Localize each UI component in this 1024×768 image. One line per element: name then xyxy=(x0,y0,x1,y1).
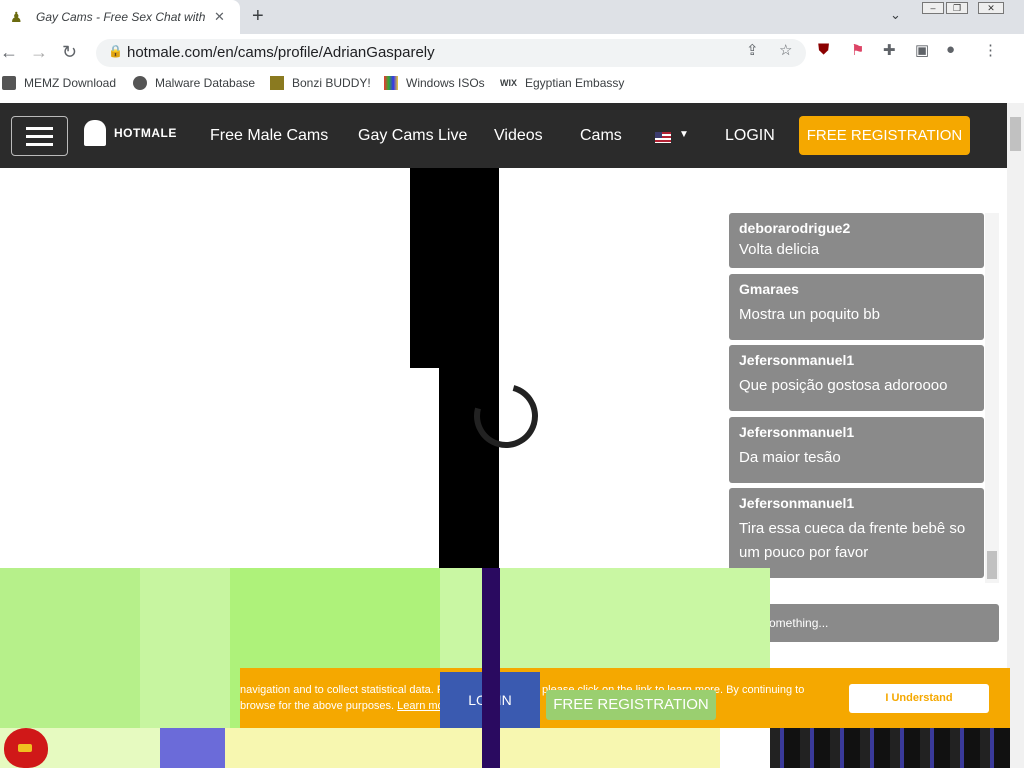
bookmark-label: Bonzi BUDDY! xyxy=(292,76,371,90)
i-understand-button[interactable]: I Understand xyxy=(849,684,989,713)
login-link[interactable]: LOGIN xyxy=(725,127,775,145)
chevron-down-icon[interactable]: ⌄ xyxy=(890,7,901,23)
caret-down-icon[interactable]: ▼ xyxy=(679,129,689,140)
chat-text: Da maior tesão xyxy=(739,449,841,466)
glitch-registration-echo: FREE REGISTRATION xyxy=(546,690,716,720)
bookmark-windows-isos[interactable]: Windows ISOs xyxy=(384,76,485,90)
glitch-artifact xyxy=(770,728,1010,768)
bookmark-memz[interactable]: MEMZ Download xyxy=(2,76,116,90)
video-player[interactable] xyxy=(410,168,499,368)
free-registration-button[interactable]: FREE REGISTRATION xyxy=(799,116,970,155)
chat-message: Jefersonmanuel1 Que posição gostosa ador… xyxy=(729,345,984,411)
address-bar[interactable]: 🔒 hotmale.com/en/cams/profile/AdrianGasp… xyxy=(96,39,806,67)
chat-message: Jefersonmanuel1 Da maior tesão xyxy=(729,417,984,483)
wix-icon: WIX xyxy=(500,78,517,88)
globe-icon xyxy=(133,76,147,90)
minimize-icon[interactable]: – xyxy=(922,2,944,14)
chat-username: Jefersonmanuel1 xyxy=(739,424,855,440)
url-text: hotmale.com/en/cams/profile/AdrianGaspar… xyxy=(127,44,435,61)
reload-icon[interactable]: ↻ xyxy=(62,42,77,63)
chat-username: deborarodrigue2 xyxy=(739,220,851,236)
sidepanel-icon[interactable]: ▣ xyxy=(915,41,929,59)
puzzle-icon[interactable]: ✚ xyxy=(883,41,896,59)
bonzi-favicon-icon: ♟ xyxy=(10,9,23,25)
restore-icon[interactable]: ❐ xyxy=(946,2,968,14)
forward-icon[interactable]: → xyxy=(30,42,48,63)
close-tab-icon[interactable]: ✕ xyxy=(214,9,225,25)
share-icon[interactable]: ⇪ xyxy=(746,41,759,59)
glitch-artifact xyxy=(482,568,500,768)
chat-username: Jefersonmanuel1 xyxy=(739,352,855,368)
tab-title: Gay Cams - Free Sex Chat with S xyxy=(36,10,206,24)
windows-flag-icon xyxy=(384,76,398,90)
nav-videos[interactable]: Videos xyxy=(494,127,543,145)
menu-dots-icon[interactable]: ⋮ xyxy=(983,41,998,59)
windows-icon xyxy=(2,76,16,90)
chat-scrollbar[interactable] xyxy=(985,213,999,583)
bookmark-label: Windows ISOs xyxy=(406,76,485,90)
bonzi-icon xyxy=(270,76,284,90)
angry-bird-icon xyxy=(4,728,48,768)
cookie-text-line: for the above purposes. xyxy=(278,700,395,712)
chat-username: Jefersonmanuel1 xyxy=(739,495,855,511)
chat-message: Gmaraes Mostra un poquito bb xyxy=(729,274,984,340)
extension-flag-icon[interactable]: ⚑ xyxy=(851,41,864,59)
bookmark-malware-database[interactable]: Malware Database xyxy=(133,76,255,90)
tab-strip: ♟ Gay Cams - Free Sex Chat with S ✕ + ⌄ … xyxy=(0,0,1024,34)
cookie-text: navigation and to collect statistical da… xyxy=(240,682,840,714)
back-icon[interactable]: ← xyxy=(0,42,18,63)
bookmark-label: Malware Database xyxy=(155,76,256,90)
site-header: HOTMALE Free Male Cams Gay Cams Live Vid… xyxy=(0,103,1007,168)
nav-free-male-cams[interactable]: Free Male Cams xyxy=(210,127,328,145)
nav-gay-cams-live[interactable]: Gay Cams Live xyxy=(358,127,467,145)
navigation-bar: ← → ↻ 🔒 hotmale.com/en/cams/profile/Adri… xyxy=(0,34,1024,72)
bookmark-label: Egyptian Embassy xyxy=(525,76,625,90)
chat-panel: deborarodrigue2 Volta delicia Gmaraes Mo… xyxy=(727,213,999,583)
chat-text: Que posição gostosa adoroooo xyxy=(739,377,948,394)
bookmark-egyptian-embassy[interactable]: WIX Egyptian Embassy xyxy=(500,76,624,90)
browser-tab[interactable]: ♟ Gay Cams - Free Sex Chat with S ✕ xyxy=(0,0,240,34)
star-icon[interactable]: ☆ xyxy=(779,41,792,59)
chat-message: Jefersonmanuel1 Tira essa cueca da frent… xyxy=(729,488,984,578)
chat-username: Gmaraes xyxy=(739,281,799,297)
us-flag-icon[interactable] xyxy=(655,132,671,143)
bookmark-bonzi[interactable]: Bonzi BUDDY! xyxy=(270,76,371,90)
ublock-icon[interactable]: ⛊ xyxy=(818,41,829,58)
chat-text: Tira essa cueca da frente bebê so um pou… xyxy=(739,520,966,561)
hamburger-menu-button[interactable] xyxy=(11,116,68,156)
site-logo[interactable]: HOTMALE xyxy=(84,120,177,146)
logo-person-icon xyxy=(84,120,106,146)
bookmark-label: MEMZ Download xyxy=(24,76,117,90)
glitch-artifact xyxy=(0,728,720,768)
chat-text: Mostra un poquito bb xyxy=(739,306,880,323)
lock-icon: 🔒 xyxy=(108,44,123,58)
logo-text: HOTMALE xyxy=(114,126,177,140)
bookmarks-bar: MEMZ Download Malware Database Bonzi BUD… xyxy=(0,72,1024,100)
new-tab-icon[interactable]: + xyxy=(252,5,264,28)
chat-message: deborarodrigue2 Volta delicia xyxy=(729,213,984,268)
chat-text: Volta delicia xyxy=(739,241,820,258)
close-window-icon[interactable]: ✕ xyxy=(978,2,1004,14)
avatar[interactable]: ● xyxy=(946,41,955,58)
nav-cams[interactable]: Cams xyxy=(580,127,622,145)
